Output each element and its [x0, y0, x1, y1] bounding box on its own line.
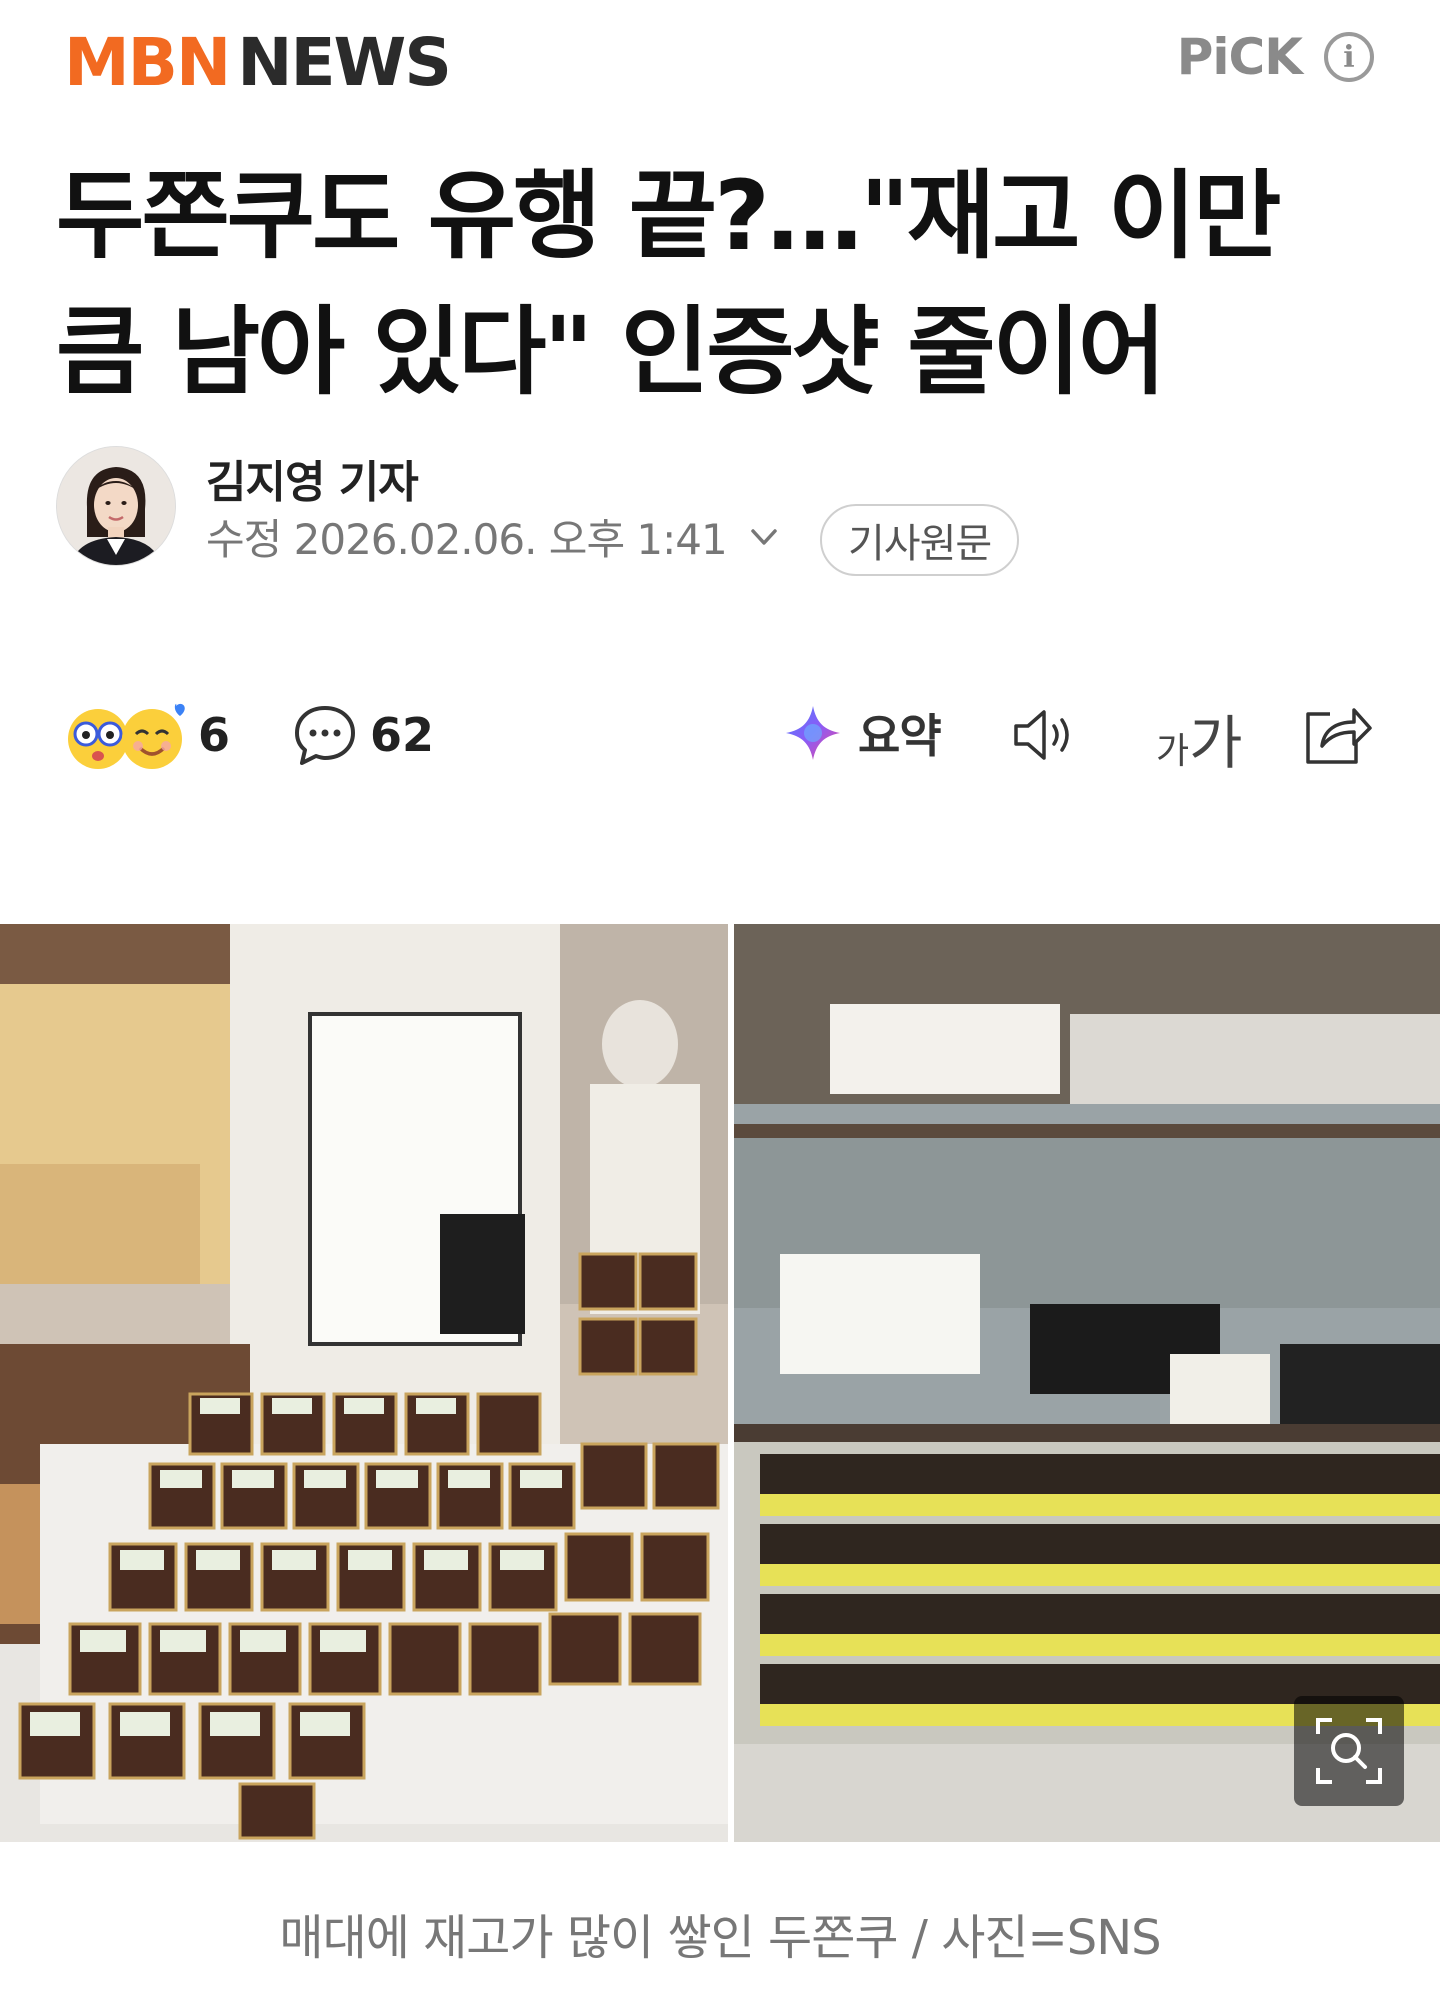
- article-actions: 6 62 요약 가가: [0, 688, 1440, 788]
- pick-label: PiCK: [1176, 28, 1303, 86]
- summary-button[interactable]: 요약: [782, 700, 942, 766]
- comment-count: 62: [370, 708, 435, 762]
- zoom-button[interactable]: [1294, 1696, 1404, 1806]
- share-icon[interactable]: [1300, 700, 1374, 770]
- info-icon[interactable]: i: [1324, 32, 1374, 82]
- top-bar: MBN NEWS PiCK i: [0, 0, 1440, 120]
- logo-news: NEWS: [237, 23, 452, 101]
- article-headline: 두쫀쿠도 유행 끝?…"재고 이만큼 남아 있다" 인증샷 줄이어: [56, 160, 1282, 408]
- reaction-emoji-icon[interactable]: [64, 702, 188, 772]
- date-row[interactable]: 수정 2026.02.06. 오후 1:41: [206, 506, 781, 567]
- font-small-glyph: 가: [1156, 731, 1190, 772]
- article-date: 수정 2026.02.06. 오후 1:41: [206, 515, 728, 564]
- author-avatar[interactable]: [56, 446, 176, 566]
- article-photo[interactable]: [0, 924, 1440, 1842]
- mbn-news-logo[interactable]: MBN NEWS: [64, 22, 452, 102]
- ai-summary-icon: [786, 706, 840, 760]
- font-large-glyph: 가: [1189, 709, 1243, 777]
- chevron-down-icon[interactable]: [747, 520, 781, 554]
- font-size-icon[interactable]: 가가: [1156, 696, 1243, 780]
- author-name[interactable]: 김지영 기자: [206, 446, 419, 510]
- original-article-button[interactable]: 기사원문: [820, 504, 1020, 576]
- reaction-count: 6: [198, 708, 231, 762]
- byline: 김지영 기자 수정 2026.02.06. 오후 1:41 기사원문: [56, 446, 1386, 576]
- image-caption: 매대에 재고가 많이 쌓인 두쫀쿠 / 사진=SNS: [279, 1910, 1161, 1966]
- summary-label: 요약: [858, 709, 942, 763]
- speaker-icon[interactable]: [1010, 702, 1082, 768]
- comment-icon[interactable]: [292, 702, 358, 768]
- pick-badge[interactable]: PiCK i: [1177, 28, 1374, 86]
- logo-mbn: MBN: [64, 23, 231, 101]
- info-glyph: i: [1343, 39, 1355, 75]
- zoom-icon: [1316, 1718, 1382, 1784]
